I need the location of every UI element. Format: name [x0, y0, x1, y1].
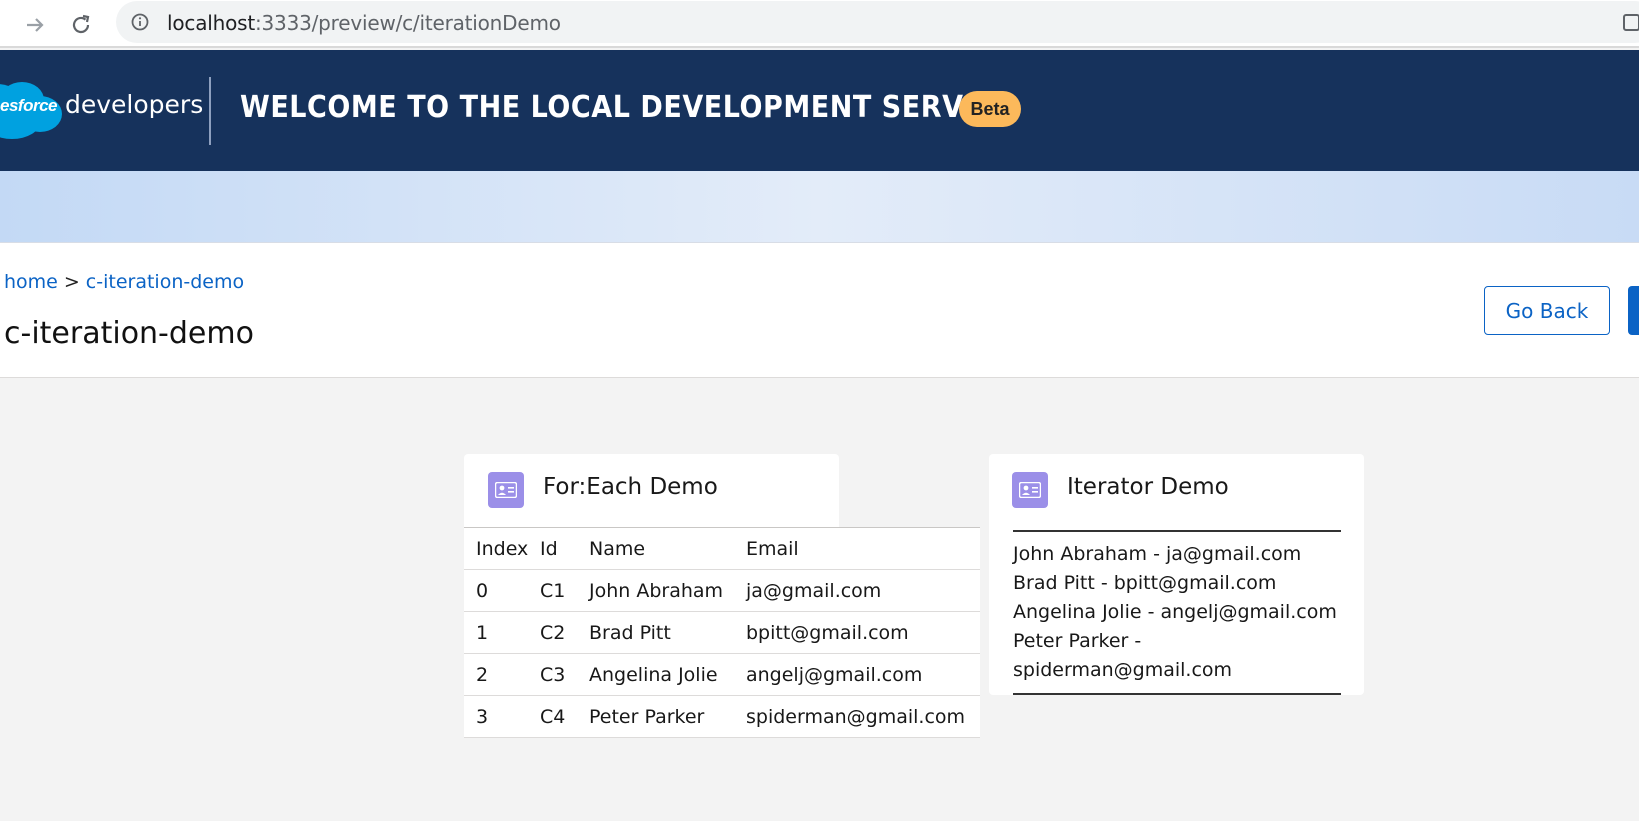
column-header-index: Index: [464, 527, 540, 570]
list-item: Brad Pitt - bpitt@gmail.com: [1013, 572, 1277, 594]
list-item: Angelina Jolie - angelj@gmail.com: [1013, 601, 1337, 623]
cell-index: 3: [464, 695, 540, 738]
contact-card-icon: [1012, 472, 1048, 508]
cell-name: Peter Parker: [589, 695, 746, 738]
contacts-table: Index Id Name Email 0 C1 John Abraham ja…: [464, 527, 980, 738]
breadcrumb-separator: >: [63, 271, 80, 293]
iterator-list: John Abraham - ja@gmail.com Brad Pitt - …: [1013, 540, 1343, 685]
foreach-card-header: For:Each Demo: [464, 454, 839, 527]
cell-index: 1: [464, 611, 540, 654]
list-item: Peter Parker - spiderman@gmail.com: [1013, 630, 1233, 681]
cell-email: spiderman@gmail.com: [746, 695, 980, 738]
cell-email: bpitt@gmail.com: [746, 611, 980, 654]
iterator-card-title: Iterator Demo: [1067, 474, 1229, 500]
forward-button[interactable]: [18, 8, 52, 42]
url-path: :3333/preview/c/iterationDemo: [254, 11, 561, 35]
cell-index: 2: [464, 653, 540, 696]
column-header-name: Name: [589, 527, 746, 570]
iterator-top-divider: [1013, 530, 1341, 532]
page-header: home > c-iteration-demo c-iteration-demo G…: [0, 243, 1639, 378]
info-icon[interactable]: [131, 13, 149, 31]
header-divider: [209, 77, 211, 145]
cell-id: C3: [540, 653, 589, 696]
breadcrumb-home-link[interactable]: home: [4, 271, 58, 293]
logo-text: developers: [65, 90, 204, 119]
reload-icon: [72, 14, 90, 34]
breadcrumb-current-link[interactable]: c-iteration-demo: [86, 271, 244, 293]
table-row: 0 C1 John Abraham ja@gmail.com: [464, 569, 980, 612]
column-header-email: Email: [746, 527, 980, 570]
header-title: WELCOME TO THE LOCAL DEVELOPMENT SERVER: [240, 90, 1004, 125]
cell-name: Brad Pitt: [589, 611, 746, 654]
arrow-right-icon: [27, 18, 44, 32]
breadcrumb: home > c-iteration-demo: [4, 271, 244, 293]
table-row: 1 C2 Brad Pitt bpitt@gmail.com: [464, 611, 980, 654]
page-title: c-iteration-demo: [4, 316, 254, 351]
cell-id: C2: [540, 611, 589, 654]
address-bar[interactable]: localhost:3333/preview/c/iterationDemo: [116, 1, 1639, 43]
cell-id: C1: [540, 569, 589, 612]
iterator-card: Iterator Demo John Abraham - ja@gmail.co…: [989, 454, 1364, 695]
share-icon[interactable]: [1622, 12, 1639, 32]
list-item: John Abraham - ja@gmail.com: [1013, 543, 1302, 565]
url-text: localhost:3333/preview/c/iterationDemo: [167, 11, 561, 35]
cell-email: angelj@gmail.com: [746, 653, 980, 696]
cell-id: C4: [540, 695, 589, 738]
reload-button[interactable]: [64, 8, 98, 42]
foreach-card-title: For:Each Demo: [543, 474, 718, 500]
logo-cloud-text: esforce: [0, 96, 57, 115]
beta-badge: Beta: [959, 91, 1021, 127]
cell-name: Angelina Jolie: [589, 653, 746, 696]
contact-card-icon: [488, 472, 524, 508]
cell-index: 0: [464, 569, 540, 612]
header-gradient-band: [0, 171, 1639, 243]
cell-email: ja@gmail.com: [746, 569, 980, 612]
table-row: 3 C4 Peter Parker spiderman@gmail.com: [464, 695, 980, 738]
table-row: 2 C3 Angelina Jolie angelj@gmail.com: [464, 653, 980, 696]
browser-toolbar: localhost:3333/preview/c/iterationDemo: [0, 0, 1639, 48]
iterator-bottom-divider: [1013, 693, 1341, 695]
primary-action-button[interactable]: [1628, 286, 1639, 335]
cell-name: John Abraham: [589, 569, 746, 612]
url-host: localhost: [167, 11, 255, 35]
table-header-row: Index Id Name Email: [464, 527, 980, 570]
site-header: esforce developers WELCOME TO THE LOCAL …: [0, 50, 1639, 171]
column-header-id: Id: [540, 527, 589, 570]
go-back-button[interactable]: Go Back: [1484, 286, 1610, 335]
